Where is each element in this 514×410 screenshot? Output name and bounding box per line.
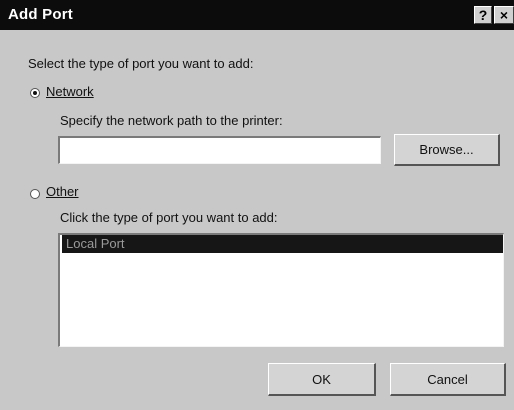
network-radio-label[interactable]: Network: [46, 84, 94, 99]
help-button[interactable]: ?: [474, 6, 492, 24]
port-type-list[interactable]: Local Port: [58, 233, 504, 347]
network-path-input[interactable]: [58, 136, 381, 164]
cancel-button[interactable]: Cancel: [390, 363, 506, 396]
title-bar[interactable]: Add Port ? ×: [0, 0, 514, 30]
other-radio-label[interactable]: Other: [46, 184, 79, 199]
list-item-local-port[interactable]: Local Port: [62, 235, 503, 253]
network-path-hint: Specify the network path to the printer:: [60, 113, 283, 128]
network-radio[interactable]: [30, 88, 40, 98]
close-button[interactable]: ×: [494, 6, 514, 24]
other-radio[interactable]: [30, 189, 40, 199]
close-icon: ×: [499, 7, 509, 23]
window-title: Add Port: [8, 6, 73, 23]
port-type-prompt: Select the type of port you want to add:: [28, 56, 254, 71]
ok-button[interactable]: OK: [268, 363, 376, 396]
browse-button[interactable]: Browse...: [394, 134, 500, 166]
port-list-hint: Click the type of port you want to add:: [60, 210, 278, 225]
add-port-dialog: Add Port ? × Select the type of port you…: [0, 0, 514, 410]
help-icon: ?: [478, 7, 488, 23]
